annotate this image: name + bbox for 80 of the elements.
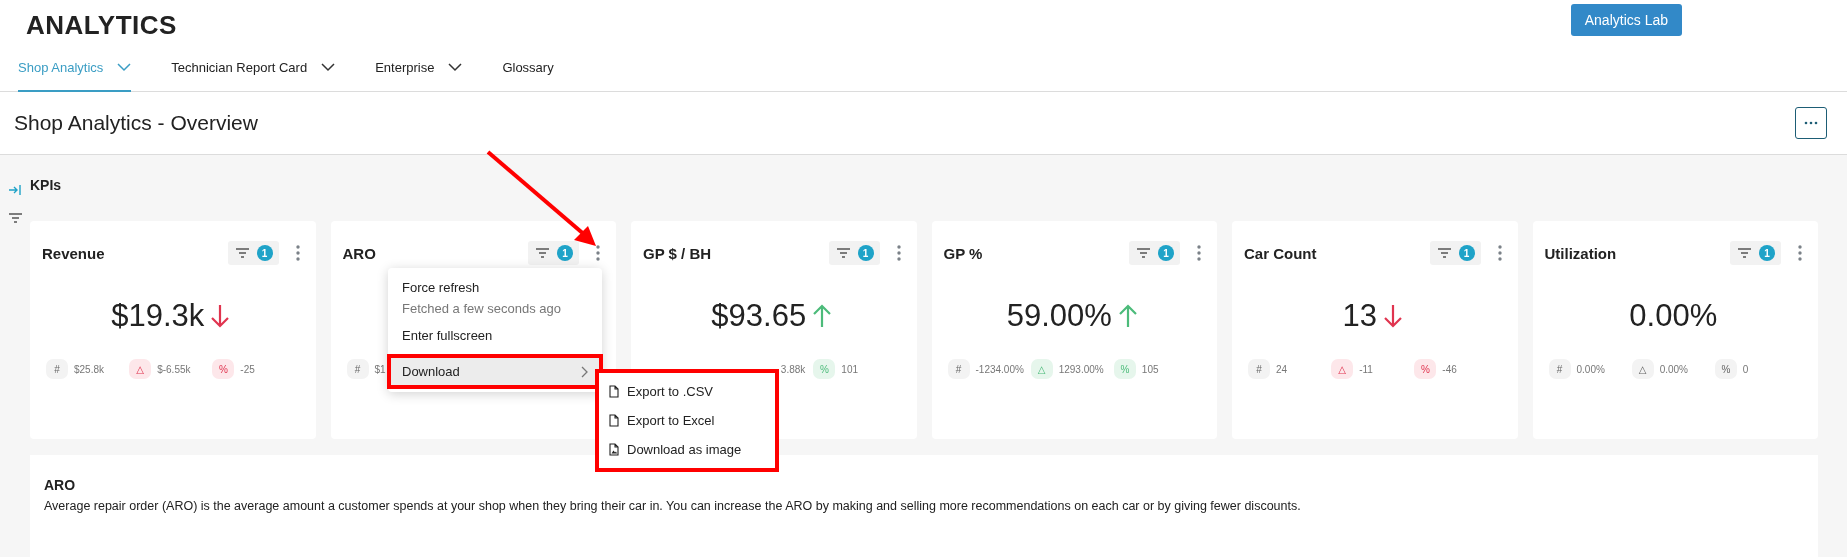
metric-badge: % [212,359,235,379]
metric-badge: # [346,359,369,379]
submenu-item[interactable]: Export to .CSV [599,377,775,406]
menu-item[interactable]: Download [388,355,602,388]
menu-item[interactable]: Force refresh Fetched a few seconds ago [388,274,602,322]
filter-icon [836,248,850,258]
filter-icon [1437,248,1451,258]
metric-badge: # [1548,359,1571,379]
nav-tab[interactable]: Enterprise [375,45,463,92]
metric-text: 3.88k [780,363,806,375]
chevron-right-icon [581,365,588,378]
card-title: Utilization [1544,244,1617,262]
kebab-menu-icon[interactable] [596,245,600,261]
metric-text: 0.00% [1576,363,1605,375]
filter-icon [536,248,549,258]
kebab-menu-icon[interactable] [1497,245,1502,261]
card-title: GP % [943,244,983,262]
nav-tab[interactable]: Technician Report Card [171,45,336,92]
metric-text: -11 [1359,363,1373,375]
section-title: KPIs [30,177,63,195]
metric-badge: △ [1631,359,1654,379]
kebab-menu-icon[interactable] [1197,245,1201,261]
filter-icon [1738,248,1751,258]
metric-text: $25.8k [74,363,105,375]
metric-text: -1234.00% [975,363,1024,375]
menu-item[interactable]: Enter fullscreen [388,322,602,349]
card-title: Revenue [42,244,105,262]
kebab-menu-icon[interactable] [295,245,300,261]
kpi-value: $93.65 [711,298,807,334]
page-title: Shop Analytics - Overview [14,111,258,135]
metric-badge: △ [129,359,152,379]
card-title: ARO [342,244,376,262]
description-text: Average repair order (ARO) is the average amount a customer spends at your shop when they bring their car in. You can increase the ARO by making and selling more recommendations on each car or by giving fewer discounts. [44,499,1302,513]
metric-badge: % [1414,359,1437,379]
metric-badge: △ [1030,359,1053,379]
metric-text: 0.00% [1659,363,1688,375]
metric-badge: % [813,359,836,379]
filter-icon[interactable] [8,213,22,223]
metric-text: 105 [1141,363,1159,375]
metric-badge: # [46,359,68,379]
filter-icon [235,248,249,258]
menu-note: Fetched a few seconds ago [402,301,562,316]
metric-badge: % [1113,359,1136,379]
metric-text: -25 [240,363,255,375]
ellipsis-icon [1804,121,1818,125]
metric-text: $-6.55k [157,363,191,375]
image-file-icon [609,443,619,456]
arrow-down-icon [1383,304,1403,328]
card-title: GP $ / BH [643,244,712,262]
metric-text: $1 [374,363,386,375]
submenu-item[interactable]: Download as image [599,435,775,464]
submenu-item[interactable]: Export to Excel [599,406,775,435]
metric-badge: # [1248,359,1270,379]
arrow-up-icon [812,304,833,328]
analytics-lab-button[interactable]: Analytics Lab [1570,4,1682,36]
arrow-up-icon [1117,304,1138,328]
metric-text: -46 [1442,363,1457,375]
kebab-menu-icon[interactable] [896,245,901,261]
metric-badge: △ [1331,359,1354,379]
metric-text: 1293.00% [1058,363,1104,375]
arrow-down-icon [210,304,231,328]
filter-icon [1137,248,1150,258]
kpi-value: 13 [1342,298,1377,334]
app-title: ANALYTICS [26,10,177,41]
metric-badge: # [947,359,970,379]
metric-text: 24 [1276,363,1288,375]
metric-text: 0 [1742,363,1749,375]
expand-panel-icon[interactable] [9,185,21,195]
file-icon [609,385,619,398]
metric-text: 101 [841,363,858,375]
nav-tab[interactable]: Glossary [502,45,554,92]
metric-badge: % [1714,359,1737,379]
description-title: ARO [44,477,77,493]
kpi-value: 0.00% [1629,298,1718,334]
kpi-value: $19.3k [111,298,205,334]
more-options-button[interactable] [1795,107,1827,139]
kebab-menu-icon[interactable] [1798,245,1802,261]
card-title: Car Count [1244,244,1317,262]
file-icon [609,414,619,427]
kpi-value: 59.00% [1006,298,1112,334]
